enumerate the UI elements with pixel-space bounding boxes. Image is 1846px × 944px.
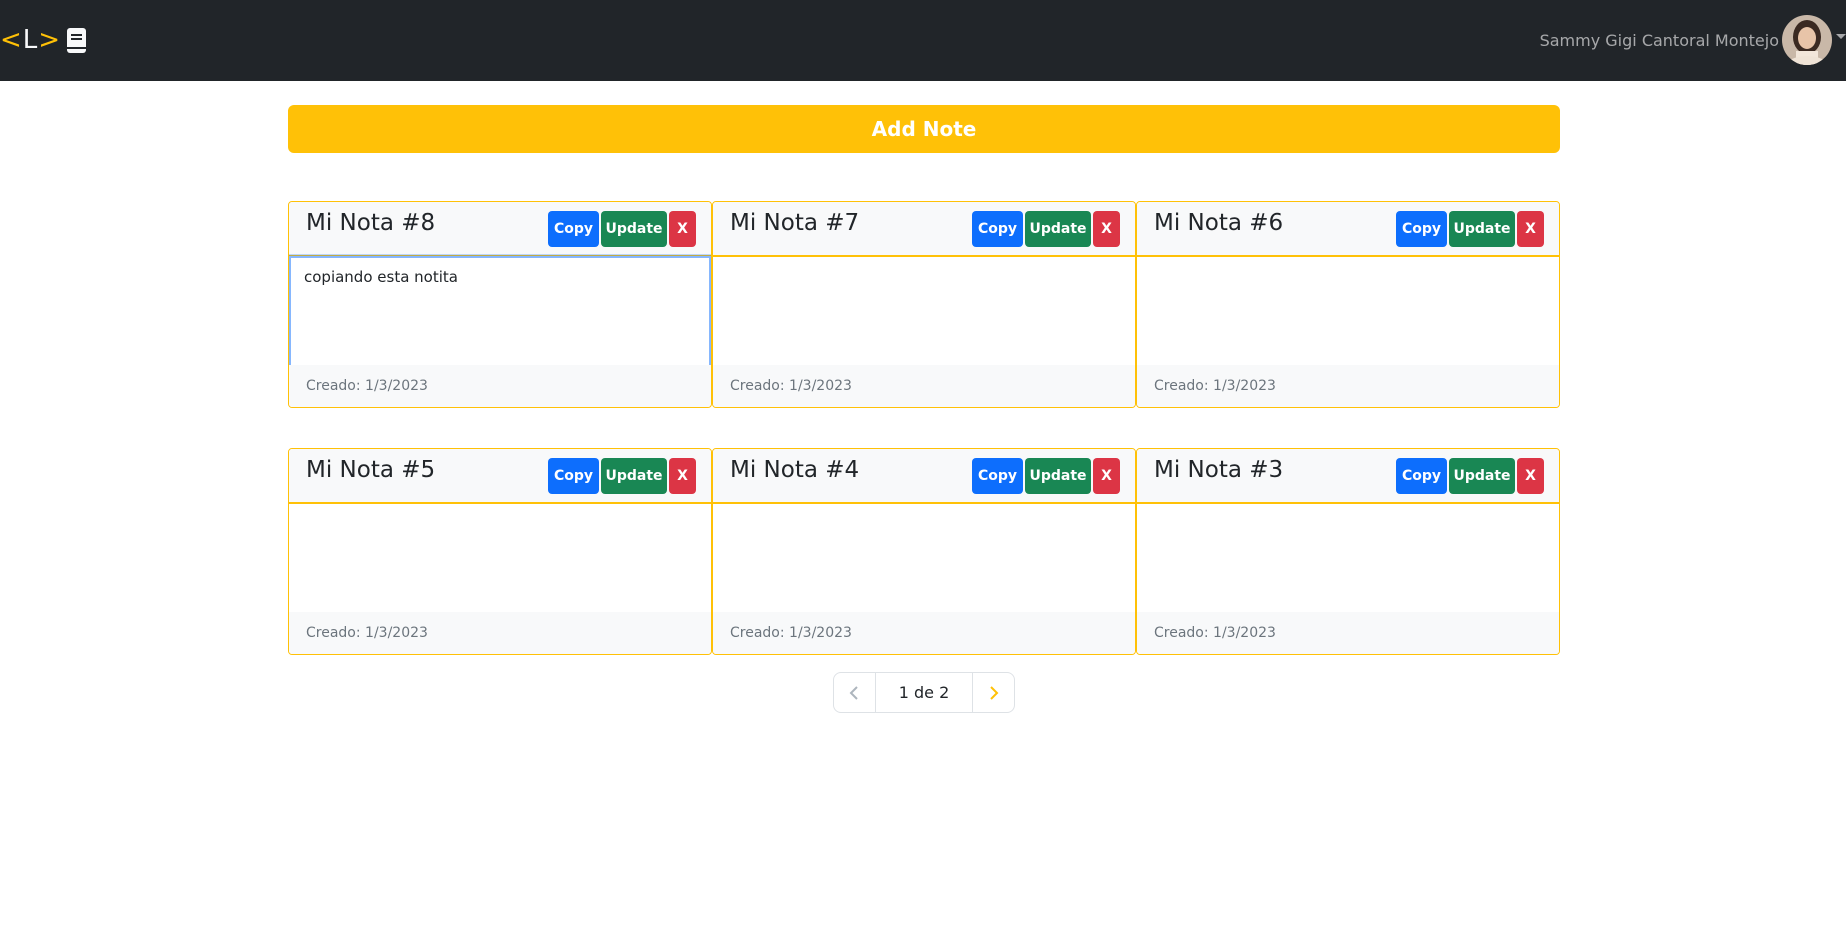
note-created-date: Creado: 1/3/2023 [1137,612,1559,654]
copy-button[interactable]: Copy [1396,211,1447,247]
navbar: <L> Sammy Gigi Cantoral Montejo [0,0,1846,81]
update-button[interactable]: Update [601,211,667,247]
note-created-date: Creado: 1/3/2023 [289,612,711,654]
user-name: Sammy Gigi Cantoral Montejo [1539,30,1779,50]
note-created-date: Creado: 1/3/2023 [713,365,1135,407]
update-button[interactable]: Update [1025,211,1091,247]
note-title: Mi Nota #5 [306,457,436,483]
page-indicator: 1 de 2 [874,673,974,712]
next-page-button[interactable] [973,673,1014,712]
delete-button[interactable]: X [669,211,696,247]
avatar-image [1782,15,1832,65]
user-menu[interactable]: Sammy Gigi Cantoral Montejo [1540,15,1846,65]
delete-button[interactable]: X [1093,211,1120,247]
chevron-right-icon [990,685,999,700]
delete-button[interactable]: X [1517,458,1544,494]
copy-button[interactable]: Copy [972,211,1023,247]
brand-logo[interactable]: <L> [0,22,87,58]
note-header: Mi Nota #8 Copy Update X [289,202,711,256]
note-created-date: Creado: 1/3/2023 [713,612,1135,654]
update-button[interactable]: Update [1025,458,1091,494]
delete-button[interactable]: X [669,458,696,494]
note-header: Mi Nota #6 Copy Update X [1137,202,1559,256]
chevron-down-icon[interactable] [1836,33,1846,39]
brand-right-bracket: > [38,25,62,55]
brand-left-bracket: < [0,25,23,55]
note-title: Mi Nota #6 [1154,210,1284,236]
update-button[interactable]: Update [1449,211,1515,247]
note-title: Mi Nota #7 [730,210,860,236]
update-button[interactable]: Update [1449,458,1515,494]
note-textarea[interactable]: copiando esta notita [289,256,711,367]
note-textarea[interactable] [1137,256,1559,367]
note-title: Mi Nota #4 [730,457,860,483]
note-title: Mi Nota #3 [1154,457,1284,483]
avatar[interactable] [1782,15,1832,65]
notes-grid: Mi Nota #8 Copy Update X copiando esta n… [288,201,1560,655]
update-button[interactable]: Update [601,458,667,494]
previous-page-button[interactable] [834,673,875,712]
note-created-date: Creado: 1/3/2023 [1137,365,1559,407]
note-header: Mi Nota #4 Copy Update X [713,449,1135,503]
add-note-button[interactable]: Add Note [288,105,1560,153]
note-card: Mi Nota #5 Copy Update X Creado: 1/3/202… [288,448,712,655]
chevron-left-icon [849,685,858,700]
copy-button[interactable]: Copy [548,458,599,494]
note-card: Mi Nota #8 Copy Update X copiando esta n… [288,201,712,408]
note-card: Mi Nota #6 Copy Update X Creado: 1/3/202… [1136,201,1560,408]
book-icon [67,27,87,53]
note-card: Mi Nota #3 Copy Update X Creado: 1/3/202… [1136,448,1560,655]
note-textarea[interactable] [289,503,711,614]
note-created-date: Creado: 1/3/2023 [289,365,711,407]
copy-button[interactable]: Copy [548,211,599,247]
note-textarea[interactable] [1137,503,1559,614]
note-textarea[interactable] [713,503,1135,614]
note-card: Mi Nota #4 Copy Update X Creado: 1/3/202… [712,448,1136,655]
brand-text: <L> [0,22,61,58]
note-header: Mi Nota #3 Copy Update X [1137,449,1559,503]
pagination: 1 de 2 [833,672,1015,713]
note-header: Mi Nota #7 Copy Update X [713,202,1135,256]
brand-letter: L [22,25,39,55]
note-textarea[interactable] [713,256,1135,367]
note-header: Mi Nota #5 Copy Update X [289,449,711,503]
copy-button[interactable]: Copy [972,458,1023,494]
delete-button[interactable]: X [1517,211,1544,247]
copy-button[interactable]: Copy [1396,458,1447,494]
note-title: Mi Nota #8 [306,210,436,236]
delete-button[interactable]: X [1093,458,1120,494]
note-card: Mi Nota #7 Copy Update X Creado: 1/3/202… [712,201,1136,408]
